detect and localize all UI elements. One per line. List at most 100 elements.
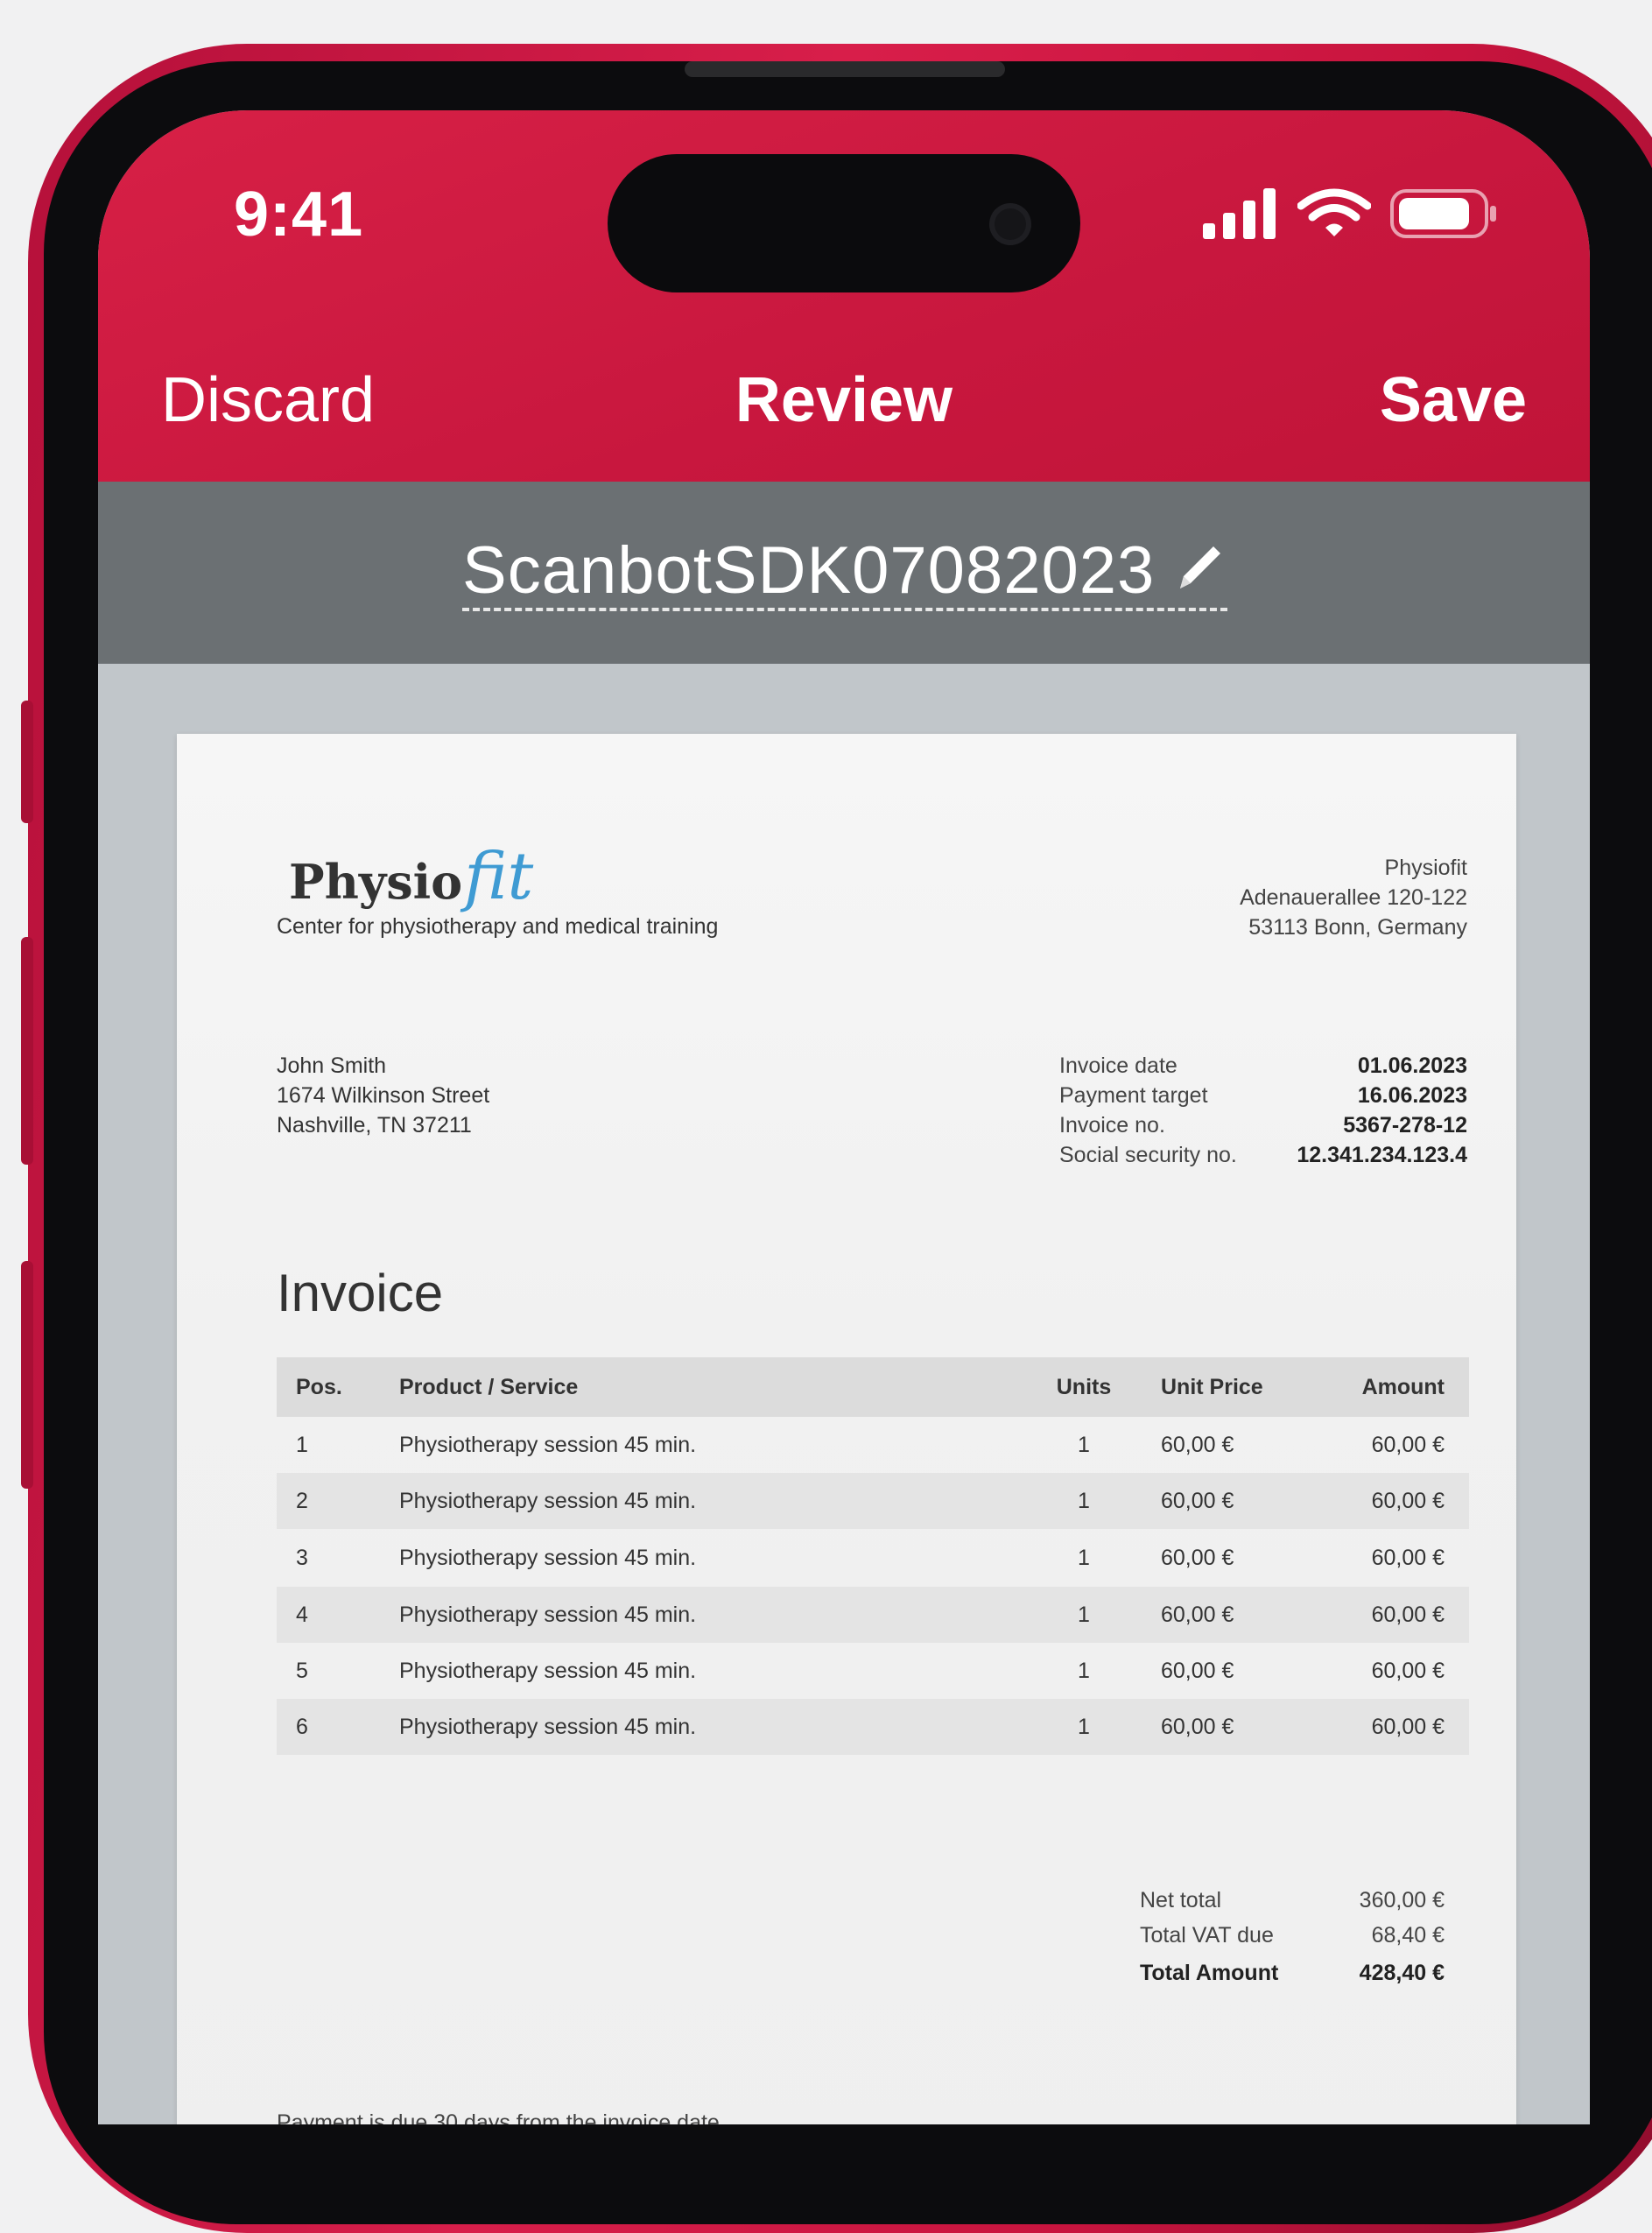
cell-amount: 60,00 €: [1371, 1432, 1445, 1457]
meta-label: Payment target: [1059, 1083, 1208, 1108]
company-city: 53113 Bonn, Germany: [1248, 915, 1467, 940]
payment-note: Payment is due 30 days from the invoice …: [277, 2110, 726, 2124]
table-row: 3 Physiotherapy session 45 min. 1 60,00 …: [277, 1529, 1469, 1587]
header-amount: Amount: [1361, 1374, 1445, 1399]
total-value: 428,40 €: [1359, 1961, 1445, 1985]
invoice-totals: Net total 360,00 € Total VAT due 68,40 €…: [1140, 1883, 1469, 1993]
save-button[interactable]: Save: [1380, 364, 1527, 436]
meta-row: Invoice date 01.06.2023: [1059, 1051, 1467, 1081]
cell-product: Physiotherapy session 45 min.: [399, 1602, 697, 1627]
meta-label: Social security no.: [1059, 1143, 1237, 1167]
table-row: 5 Physiotherapy session 45 min. 1 60,00 …: [277, 1643, 1469, 1699]
header-units: Units: [1056, 1374, 1112, 1399]
logo-physio: Physio: [289, 854, 463, 910]
vat-total-row: Total VAT due 68,40 €: [1140, 1918, 1469, 1953]
meta-row: Invoice no. 5367-278-12: [1059, 1110, 1467, 1140]
cell-pos: 4: [296, 1602, 308, 1627]
table-row: 1 Physiotherapy session 45 min. 1 60,00 …: [277, 1417, 1469, 1473]
total-value: 360,00 €: [1359, 1888, 1445, 1912]
cell-product: Physiotherapy session 45 min.: [399, 1545, 697, 1570]
meta-value: 5367-278-12: [1343, 1113, 1467, 1138]
front-camera-icon: [989, 203, 1031, 245]
navigation-bar: 9:41 Discard Review Save: [98, 110, 1590, 482]
meta-value: 16.06.2023: [1357, 1083, 1467, 1108]
cell-amount: 60,00 €: [1371, 1602, 1445, 1627]
cell-units: 1: [1078, 1432, 1090, 1457]
company-street: Adenauerallee 120-122: [1240, 885, 1467, 910]
meta-value: 12.341.234.123.4: [1297, 1143, 1467, 1167]
cell-units: 1: [1078, 1488, 1090, 1513]
company-tagline: Center for physiotherapy and medical tra…: [277, 914, 719, 939]
cell-amount: 60,00 €: [1371, 1545, 1445, 1570]
total-value: 68,40 €: [1371, 1923, 1445, 1948]
filename-bar: ScanbotSDK07082023: [98, 482, 1590, 664]
cell-units: 1: [1078, 1545, 1090, 1570]
battery-icon: [1390, 189, 1496, 238]
total-label: Net total: [1140, 1888, 1222, 1912]
status-time: 9:41: [234, 180, 364, 250]
grand-total-row: Total Amount 428,40 €: [1140, 1953, 1469, 1993]
cell-unit-price: 60,00 €: [1161, 1714, 1234, 1739]
screen: 9:41 Discard Review Save ScanbotSDK07082…: [98, 110, 1590, 2124]
cell-product: Physiotherapy session 45 min.: [399, 1714, 697, 1739]
cell-amount: 60,00 €: [1371, 1658, 1445, 1683]
filename-field[interactable]: ScanbotSDK07082023: [462, 534, 1227, 611]
meta-label: Invoice no.: [1059, 1113, 1165, 1138]
total-label: Total Amount: [1140, 1961, 1279, 1985]
meta-value: 01.06.2023: [1357, 1053, 1467, 1078]
cell-product: Physiotherapy session 45 min.: [399, 1432, 697, 1457]
table-header: Pos. Product / Service Units Unit Price …: [277, 1357, 1469, 1417]
header-pos: Pos.: [296, 1374, 342, 1399]
cell-units: 1: [1078, 1658, 1090, 1683]
cell-units: 1: [1078, 1714, 1090, 1739]
filename-text: ScanbotSDK07082023: [462, 533, 1156, 608]
volume-up-button: [21, 937, 33, 1165]
cell-pos: 1: [296, 1432, 308, 1457]
invoice-meta: Invoice date 01.06.2023 Payment target 1…: [1059, 1051, 1467, 1170]
cell-pos: 2: [296, 1488, 308, 1513]
logo-fit: fit: [464, 839, 534, 914]
cell-pos: 6: [296, 1714, 308, 1739]
cell-product: Physiotherapy session 45 min.: [399, 1488, 697, 1513]
net-total-row: Net total 360,00 €: [1140, 1883, 1469, 1918]
cell-amount: 60,00 €: [1371, 1714, 1445, 1739]
meta-row: Payment target 16.06.2023: [1059, 1081, 1467, 1110]
cell-unit-price: 60,00 €: [1161, 1488, 1234, 1513]
cell-pos: 5: [296, 1658, 308, 1683]
pencil-icon[interactable]: [1173, 539, 1227, 594]
header-product: Product / Service: [399, 1374, 579, 1399]
cell-unit-price: 60,00 €: [1161, 1432, 1234, 1457]
customer-address: John Smith 1674 Wilkinson Street Nashvil…: [277, 1051, 489, 1140]
meta-row: Social security no. 12.341.234.123.4: [1059, 1140, 1467, 1170]
header-unit-price: Unit Price: [1161, 1374, 1263, 1399]
cell-unit-price: 60,00 €: [1161, 1658, 1234, 1683]
cell-units: 1: [1078, 1602, 1090, 1627]
total-label: Total VAT due: [1140, 1923, 1274, 1948]
dynamic-island: [608, 154, 1080, 292]
volume-down-button: [21, 1261, 33, 1489]
page-title: Review: [735, 365, 953, 435]
wifi-icon: [1297, 188, 1371, 236]
meta-label: Invoice date: [1059, 1053, 1177, 1078]
speaker-grille: [685, 61, 1005, 77]
physiofit-logo: Physiofit: [289, 839, 533, 914]
customer-name: John Smith: [277, 1053, 387, 1078]
company-name: Physiofit: [1384, 856, 1467, 880]
invoice-table: Pos. Product / Service Units Unit Price …: [277, 1357, 1469, 1755]
cell-unit-price: 60,00 €: [1161, 1602, 1234, 1627]
table-row: 4 Physiotherapy session 45 min. 1 60,00 …: [277, 1587, 1469, 1643]
invoice-heading: Invoice: [277, 1264, 444, 1322]
cell-product: Physiotherapy session 45 min.: [399, 1658, 697, 1683]
customer-street: 1674 Wilkinson Street: [277, 1083, 490, 1108]
scanned-document: Physiofit Center for physiotherapy and m…: [177, 734, 1516, 2124]
customer-city: Nashville, TN 37211: [277, 1113, 472, 1138]
table-row: 6 Physiotherapy session 45 min. 1 60,00 …: [277, 1699, 1469, 1755]
action-button: [21, 701, 33, 823]
cell-pos: 3: [296, 1545, 308, 1570]
cell-unit-price: 60,00 €: [1161, 1545, 1234, 1570]
status-icons: [1203, 187, 1499, 240]
table-row: 2 Physiotherapy session 45 min. 1 60,00 …: [277, 1473, 1469, 1529]
cell-amount: 60,00 €: [1371, 1488, 1445, 1513]
cellular-signal-icon: [1203, 188, 1276, 239]
company-address: Physiofit Adenauerallee 120-122 53113 Bo…: [1240, 853, 1467, 942]
